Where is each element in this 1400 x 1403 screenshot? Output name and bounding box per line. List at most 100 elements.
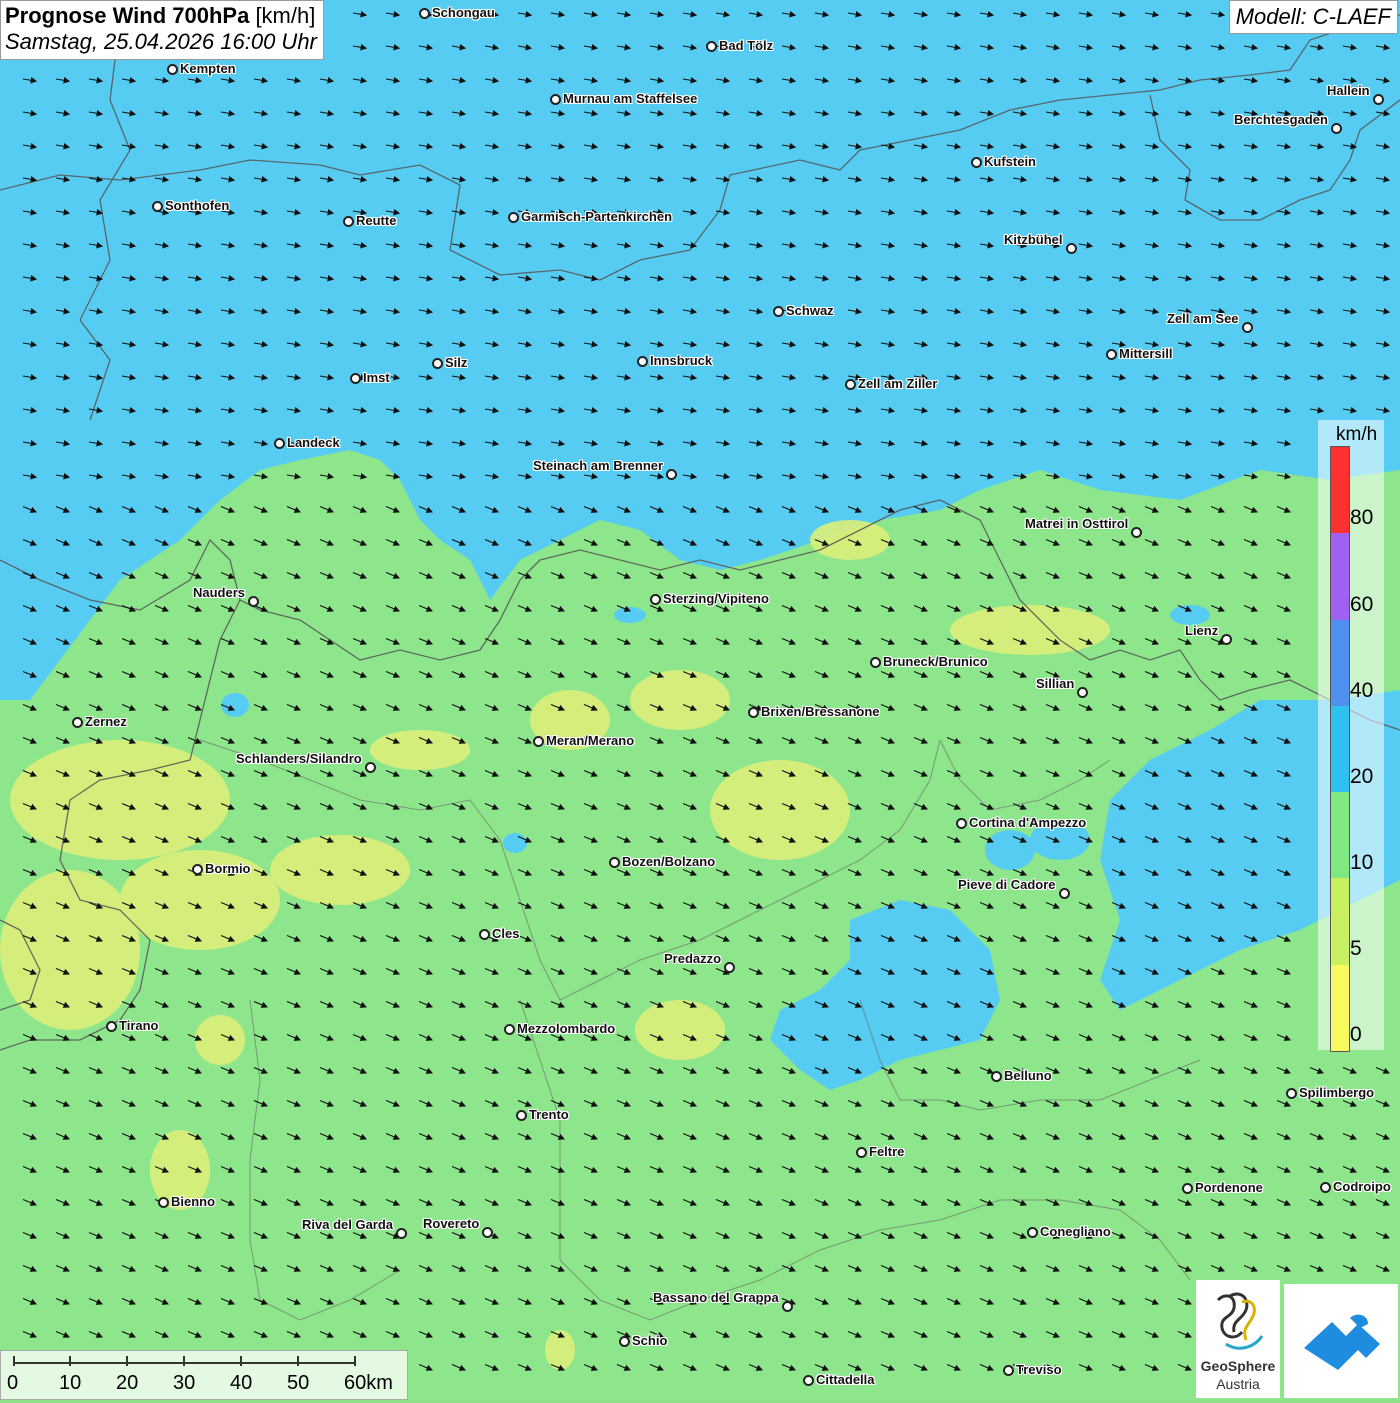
city-marker xyxy=(1373,94,1384,105)
city-label: Nauders xyxy=(193,585,246,600)
city-marker xyxy=(1077,687,1088,698)
city-label: Matrei in Osttirol xyxy=(1025,516,1129,531)
city-marker xyxy=(516,1110,527,1121)
city-label: Cittadella xyxy=(816,1372,875,1387)
city-label: Brixen/Bressanone xyxy=(761,704,880,719)
city-label: Schongau xyxy=(432,5,495,20)
city-marker xyxy=(782,1301,793,1312)
city-marker xyxy=(609,857,620,868)
city-label: Conegliano xyxy=(1040,1224,1111,1239)
city-marker xyxy=(724,962,735,973)
city-marker xyxy=(1106,349,1117,360)
city-label: Belluno xyxy=(1004,1068,1052,1083)
city-label: Lienz xyxy=(1185,623,1219,638)
city-marker xyxy=(343,216,354,227)
legend-swatch xyxy=(1331,619,1349,706)
title-unit: [km/h] xyxy=(255,3,316,28)
city-marker xyxy=(1027,1227,1038,1238)
city-label: Kufstein xyxy=(984,154,1036,169)
geosphere-logo: GeoSphere Austria xyxy=(1196,1280,1280,1398)
scale-label: 50 xyxy=(287,1372,310,1394)
city-marker xyxy=(419,8,430,19)
city-label: Mittersill xyxy=(1119,346,1173,361)
city-label: Bassano del Grappa xyxy=(653,1290,779,1305)
city-marker xyxy=(706,41,717,52)
city-marker xyxy=(158,1197,169,1208)
city-marker xyxy=(856,1147,867,1158)
city-marker xyxy=(870,657,881,668)
city-label: Feltre xyxy=(869,1144,905,1159)
city-marker xyxy=(619,1336,630,1347)
city-marker xyxy=(650,594,661,605)
scale-tick xyxy=(354,1356,356,1366)
city-marker xyxy=(773,306,784,317)
legend-swatch xyxy=(1331,964,1349,1051)
scale-tick xyxy=(297,1356,299,1366)
city-label: Kempten xyxy=(180,61,236,76)
city-label: Pieve di Cadore xyxy=(958,877,1056,892)
city-label: Bormio xyxy=(205,861,251,876)
scale-tick xyxy=(69,1356,71,1366)
city-marker xyxy=(1182,1183,1193,1194)
legend-swatch xyxy=(1331,705,1349,793)
city-label: Silz xyxy=(445,355,468,370)
scale-label: 30 xyxy=(173,1372,196,1394)
geosphere-emblem-icon xyxy=(1216,1292,1264,1350)
city-marker xyxy=(482,1227,493,1238)
city-marker xyxy=(350,373,361,384)
city-label: Bozen/Bolzano xyxy=(622,854,716,869)
city-marker xyxy=(550,94,561,105)
city-label: Treviso xyxy=(1016,1362,1062,1377)
city-marker xyxy=(533,736,544,747)
scale-tick xyxy=(13,1356,15,1366)
city-marker xyxy=(248,596,259,607)
city-marker xyxy=(991,1071,1002,1082)
page-title: Prognose Wind 700hPa [km/h] xyxy=(5,3,317,29)
city-marker xyxy=(72,717,83,728)
geosphere-logo-line1: GeoSphere xyxy=(1200,1358,1276,1374)
city-label: Sonthofen xyxy=(165,198,230,213)
app-logo xyxy=(1284,1284,1398,1398)
city-marker xyxy=(274,438,285,449)
city-marker xyxy=(637,356,648,367)
scale-tick xyxy=(240,1356,242,1366)
city-label: Zell am See xyxy=(1167,311,1239,326)
legend-label: 20 xyxy=(1350,765,1374,788)
city-label: Tirano xyxy=(119,1018,159,1033)
legend-swatch xyxy=(1331,878,1349,965)
city-marker xyxy=(508,212,519,223)
city-marker xyxy=(1242,322,1253,333)
legend-swatch xyxy=(1331,792,1349,879)
city-marker xyxy=(1131,527,1142,538)
city-marker xyxy=(1221,634,1232,645)
city-marker xyxy=(1066,243,1077,254)
scale-label: 0 xyxy=(7,1372,19,1394)
geosphere-logo-line2: Austria xyxy=(1216,1376,1260,1392)
legend-label: 60 xyxy=(1350,593,1374,616)
legend-label: 5 xyxy=(1350,937,1362,960)
city-marker xyxy=(504,1024,515,1035)
city-marker xyxy=(748,707,759,718)
city-label: Cortina d'Ampezzo xyxy=(969,815,1087,830)
city-marker xyxy=(479,929,490,940)
city-label: Schlanders/Silandro xyxy=(236,751,362,766)
legend-swatch xyxy=(1331,447,1349,534)
scale-tick xyxy=(183,1356,185,1366)
city-label: Zell am Ziller xyxy=(858,376,938,391)
city-label: Kitzbühel xyxy=(1004,232,1063,247)
city-label: Zernez xyxy=(85,714,127,729)
city-marker xyxy=(1059,888,1070,899)
scale-label: 10 xyxy=(59,1372,82,1394)
city-marker xyxy=(396,1228,407,1239)
city-marker xyxy=(152,201,163,212)
city-marker xyxy=(956,818,967,829)
city-label: Spilimbergo xyxy=(1299,1085,1375,1100)
city-label: Pordenone xyxy=(1195,1180,1263,1195)
city-marker xyxy=(845,379,856,390)
city-marker xyxy=(1331,123,1342,134)
city-label: Rovereto xyxy=(423,1216,480,1231)
scale-tick xyxy=(126,1356,128,1366)
legend-label: 10 xyxy=(1350,851,1374,874)
legend-label: 0 xyxy=(1350,1023,1362,1046)
city-label: Steinach am Brenner xyxy=(533,458,664,473)
